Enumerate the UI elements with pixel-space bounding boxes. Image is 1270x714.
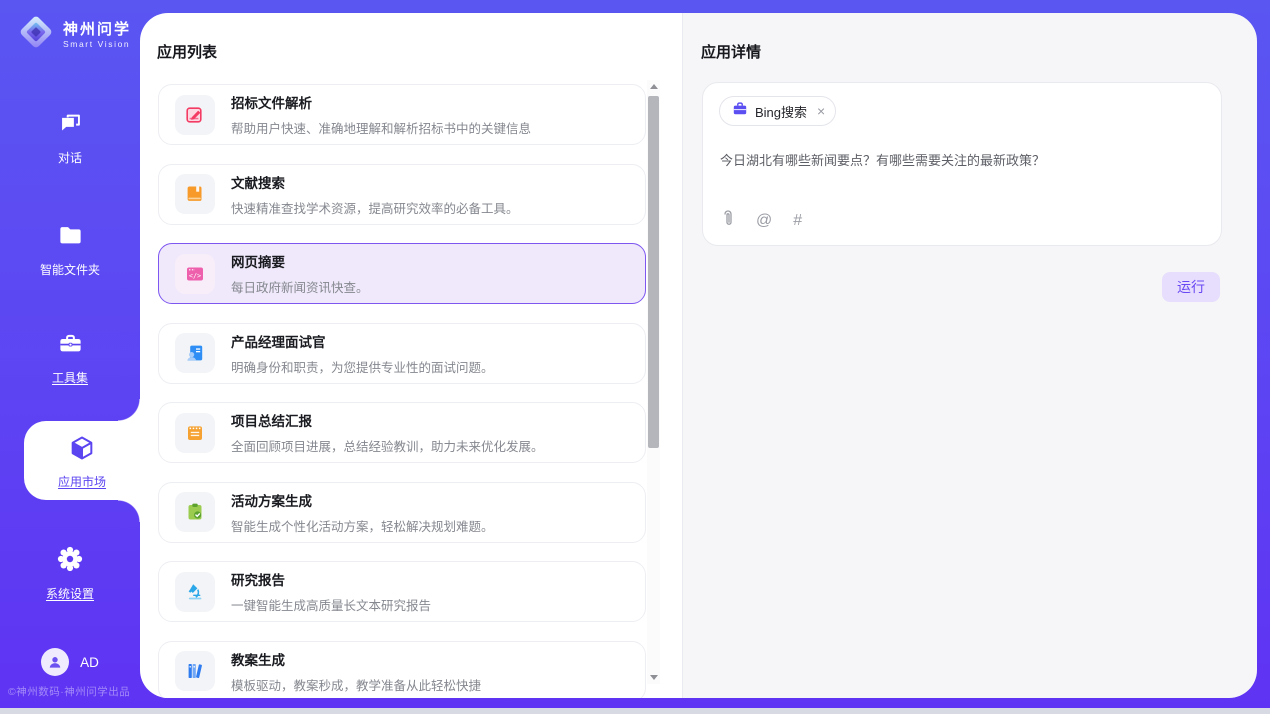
app-description: 明确身份和职责，为您提供专业性的面试问题。 — [231, 357, 494, 376]
cube-icon — [68, 434, 96, 467]
app-description: 一键智能生成高质量长文本研究报告 — [231, 595, 431, 614]
app-card-literature-search[interactable]: 文献搜索 快速精准查找学术资源，提高研究效率的必备工具。 — [158, 164, 646, 225]
sidebar-item-smart-folder[interactable]: 智能文件夹 — [0, 222, 140, 278]
scrollbar-thumb[interactable] — [648, 96, 659, 448]
svg-text:</>: </> — [189, 271, 201, 279]
brand-subtitle: Smart Vision — [63, 39, 131, 49]
app-description: 帮助用户快速、准确地理解和解析招标书中的关键信息 — [231, 118, 531, 137]
app-name: 活动方案生成 — [231, 490, 494, 510]
tool-chip-bing-search[interactable]: Bing搜索 × — [719, 96, 836, 126]
sidebar-item-label: 系统设置 — [46, 585, 94, 602]
app-detail-title: 应用详情 — [701, 41, 761, 62]
page-background: 神州问学 Smart Vision 对话 — [0, 0, 1270, 708]
avatar — [41, 648, 69, 676]
scrollbar-down-button[interactable] — [647, 671, 660, 684]
paperclip-icon[interactable] — [721, 209, 735, 233]
folder-icon — [57, 222, 84, 254]
document-edit-icon — [175, 95, 215, 135]
app-list: 招标文件解析 帮助用户快速、准确地理解和解析招标书中的关键信息 — [158, 84, 646, 698]
microscope-icon — [175, 572, 215, 612]
app-card-project-summary[interactable]: 项目总结汇报 全面回顾项目进展，总结经验教训，助力未来优化发展。 — [158, 402, 646, 463]
app-list-panel: 应用列表 招标文件解析 帮助用户快速、准确地理解和解析招标书 — [140, 13, 683, 698]
app-description: 模板驱动，教案秒成，教学准备从此轻松快捷 — [231, 675, 481, 694]
run-button[interactable]: 运行 — [1162, 272, 1220, 302]
sidebar-item-label: 对话 — [58, 149, 82, 166]
app-name: 文献搜索 — [231, 172, 519, 192]
sidebar-item-label: 工具集 — [52, 369, 88, 386]
app-name: 招标文件解析 — [231, 92, 531, 112]
browser-code-icon: </> — [175, 254, 215, 294]
sidebar-item-label: 应用市场 — [58, 473, 106, 490]
app-name: 项目总结汇报 — [231, 410, 544, 430]
books-icon — [175, 651, 215, 691]
sidebar-item-app-market[interactable]: 应用市场 — [24, 434, 140, 490]
sidebar-item-settings[interactable]: 系统设置 — [0, 545, 140, 602]
gear-icon — [56, 545, 84, 578]
prompt-text[interactable]: 今日湖北有哪些新闻要点？有哪些需要关注的最新政策？ — [720, 151, 1201, 171]
scrollbar-up-button[interactable] — [647, 80, 660, 93]
sidebar-item-toolset[interactable]: 工具集 — [0, 330, 140, 386]
app-window: 神州问学 Smart Vision 对话 — [0, 0, 1270, 714]
sidebar: 神州问学 Smart Vision 对话 — [0, 0, 140, 708]
tool-chip-label: Bing搜索 — [755, 102, 807, 121]
chip-close-icon[interactable]: × — [817, 104, 825, 118]
app-name: 产品经理面试官 — [231, 331, 494, 351]
triangle-up-icon — [650, 84, 658, 89]
brand-logo: 神州问学 Smart Vision — [16, 12, 131, 57]
app-card-research-report[interactable]: 研究报告 一键智能生成高质量长文本研究报告 — [158, 561, 646, 622]
copyright-footer: ©神州数码·神州问学出品 — [8, 684, 130, 699]
brand-name: 神州问学 — [63, 21, 131, 39]
app-card-lesson-plan[interactable]: 教案生成 模板驱动，教案秒成，教学准备从此轻松快捷 — [158, 641, 646, 699]
app-list-title: 应用列表 — [157, 41, 217, 62]
app-description: 全面回顾项目进展，总结经验教训，助力未来优化发展。 — [231, 436, 544, 455]
briefcase-icon — [732, 101, 748, 121]
app-card-pm-interviewer[interactable]: 产品经理面试官 明确身份和职责，为您提供专业性的面试问题。 — [158, 323, 646, 384]
mention-icon[interactable]: @ — [756, 213, 772, 229]
sidebar-selected-bubble: 应用市场 — [24, 421, 140, 500]
prompt-input-card[interactable]: Bing搜索 × 今日湖北有哪些新闻要点？有哪些需要关注的最新政策？ @ # — [702, 82, 1222, 246]
app-card-event-plan[interactable]: 活动方案生成 智能生成个性化活动方案，轻松解决规划难题。 — [158, 482, 646, 543]
clipboard-check-icon — [175, 492, 215, 532]
sidebar-item-label: 智能文件夹 — [40, 261, 100, 278]
book-icon — [175, 174, 215, 214]
app-card-bid-analysis[interactable]: 招标文件解析 帮助用户快速、准确地理解和解析招标书中的关键信息 — [158, 84, 646, 145]
diamond-logo-icon — [16, 12, 56, 57]
app-description: 智能生成个性化活动方案，轻松解决规划难题。 — [231, 516, 494, 535]
app-description: 快速精准查找学术资源，提高研究效率的必备工具。 — [231, 198, 519, 217]
user-name: AD — [80, 655, 99, 670]
toolbox-icon — [57, 330, 84, 362]
app-name: 教案生成 — [231, 649, 481, 669]
triangle-down-icon — [650, 675, 658, 680]
chat-icon — [57, 110, 84, 142]
main-content: 应用列表 招标文件解析 帮助用户快速、准确地理解和解析招标书 — [140, 13, 1257, 698]
app-card-web-summary[interactable]: </> 网页摘要 每日政府新闻资讯快查。 — [158, 243, 646, 304]
user-account[interactable]: AD — [0, 648, 140, 676]
list-scrollbar[interactable] — [647, 80, 660, 684]
hash-icon[interactable]: # — [793, 213, 802, 229]
input-toolbar: @ # — [721, 209, 802, 233]
app-detail-panel: 应用详情 Bing搜索 × 今日湖北有哪些新闻要点？ — [683, 13, 1257, 698]
resume-person-icon — [175, 333, 215, 373]
app-description: 每日政府新闻资讯快查。 — [231, 277, 369, 296]
app-name: 网页摘要 — [231, 251, 369, 271]
notepad-icon — [175, 413, 215, 453]
app-name: 研究报告 — [231, 569, 431, 589]
person-icon — [46, 653, 64, 671]
sidebar-item-chat[interactable]: 对话 — [0, 110, 140, 166]
